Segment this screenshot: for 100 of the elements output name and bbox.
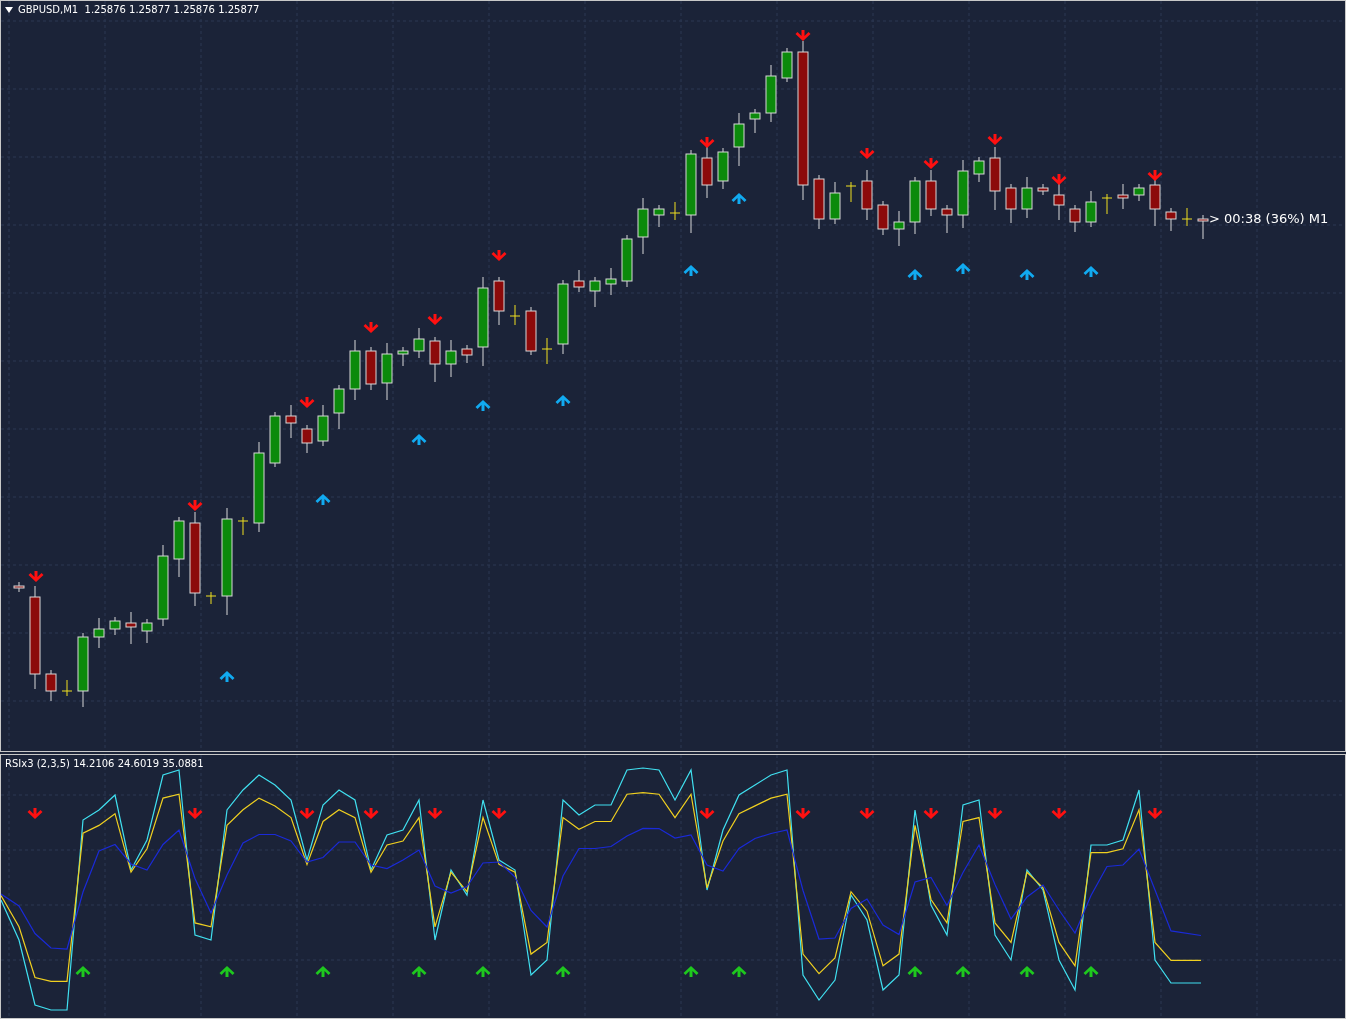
down-arrow-icon (27, 808, 43, 819)
down-arrow-icon (491, 808, 507, 819)
candle (1053, 183, 1065, 221)
up-arrow-icon (731, 966, 747, 977)
candle (365, 346, 377, 391)
candle (877, 200, 889, 236)
up-arrow-icon (475, 400, 491, 411)
caret-icon[interactable] (5, 6, 13, 13)
candle (1181, 207, 1193, 227)
candle (301, 424, 313, 454)
candle (141, 618, 153, 644)
indicator-header: RSIx3 (2,3,5) 14.2106 24.6019 35.0881 (5, 758, 204, 769)
up-arrow-icon (555, 395, 571, 406)
down-arrow-icon (427, 808, 443, 819)
candle (941, 204, 953, 234)
candle (541, 337, 553, 365)
up-arrow-icon (1083, 966, 1099, 977)
candle (45, 669, 57, 702)
candle (1021, 176, 1033, 219)
candle (61, 679, 73, 697)
candle (429, 336, 441, 383)
candle (957, 159, 969, 229)
up-arrow-icon (907, 269, 923, 280)
down-arrow-icon (987, 808, 1003, 819)
up-arrow-icon (955, 966, 971, 977)
candle (525, 306, 537, 356)
candle (605, 267, 617, 296)
candle (173, 516, 185, 578)
candle (1085, 190, 1097, 228)
up-arrow-icon (907, 966, 923, 977)
up-arrow-icon (955, 263, 971, 274)
candle (237, 516, 249, 536)
candle (893, 210, 905, 247)
up-arrow-icon (1019, 269, 1035, 280)
down-arrow-icon (699, 137, 715, 148)
down-arrow-icon (699, 808, 715, 819)
candle (445, 339, 457, 378)
down-arrow-icon (427, 314, 443, 325)
candle (125, 611, 137, 645)
candle (317, 404, 329, 447)
down-arrow-icon (187, 808, 203, 819)
candle (285, 404, 297, 439)
down-arrow-icon (28, 571, 44, 582)
down-arrow-icon (923, 158, 939, 169)
candle (973, 156, 985, 183)
candle (909, 176, 921, 235)
candle (765, 64, 777, 123)
candle (829, 181, 841, 225)
candle (813, 174, 825, 230)
candle (989, 146, 1001, 211)
down-arrow-icon (299, 808, 315, 819)
candle (461, 344, 473, 364)
candle (845, 181, 857, 203)
down-arrow-icon (187, 500, 203, 511)
candle (717, 147, 729, 190)
candle (861, 169, 873, 221)
up-arrow-icon (1083, 266, 1099, 277)
down-arrow-icon (859, 808, 875, 819)
down-arrow-icon (923, 808, 939, 819)
candle (397, 346, 409, 367)
down-arrow-icon (299, 397, 315, 408)
up-arrow-icon (411, 434, 427, 445)
down-arrow-icon (491, 250, 507, 261)
up-arrow-icon (683, 265, 699, 276)
candle (509, 304, 521, 326)
candle (637, 197, 649, 255)
down-arrow-icon (859, 148, 875, 159)
up-arrow-icon (315, 966, 331, 977)
candle (1101, 193, 1113, 215)
candle (573, 269, 585, 293)
down-arrow-icon (1051, 808, 1067, 819)
candle (1117, 183, 1129, 210)
candle (701, 146, 713, 199)
up-arrow-icon (411, 966, 427, 977)
candle (1197, 214, 1209, 240)
candle (109, 616, 121, 636)
up-arrow-icon (555, 966, 571, 977)
up-arrow-icon (75, 966, 91, 977)
candle (205, 591, 217, 605)
up-arrow-icon (219, 966, 235, 977)
candle (13, 581, 25, 593)
candle (1005, 183, 1017, 224)
candle (733, 112, 745, 167)
up-arrow-icon (219, 671, 235, 682)
down-arrow-icon (795, 808, 811, 819)
candle (669, 201, 681, 221)
down-arrow-icon (363, 808, 379, 819)
up-arrow-icon (315, 494, 331, 505)
candle (1069, 204, 1081, 233)
down-arrow-icon (1147, 808, 1163, 819)
down-arrow-icon (795, 30, 811, 41)
candle (413, 327, 425, 359)
up-arrow-icon (475, 966, 491, 977)
candle (621, 234, 633, 288)
candle (589, 276, 601, 308)
candle (925, 169, 937, 217)
candle (781, 47, 793, 83)
up-arrow-icon (683, 966, 699, 977)
down-arrow-icon (1051, 174, 1067, 185)
candle (653, 204, 665, 228)
